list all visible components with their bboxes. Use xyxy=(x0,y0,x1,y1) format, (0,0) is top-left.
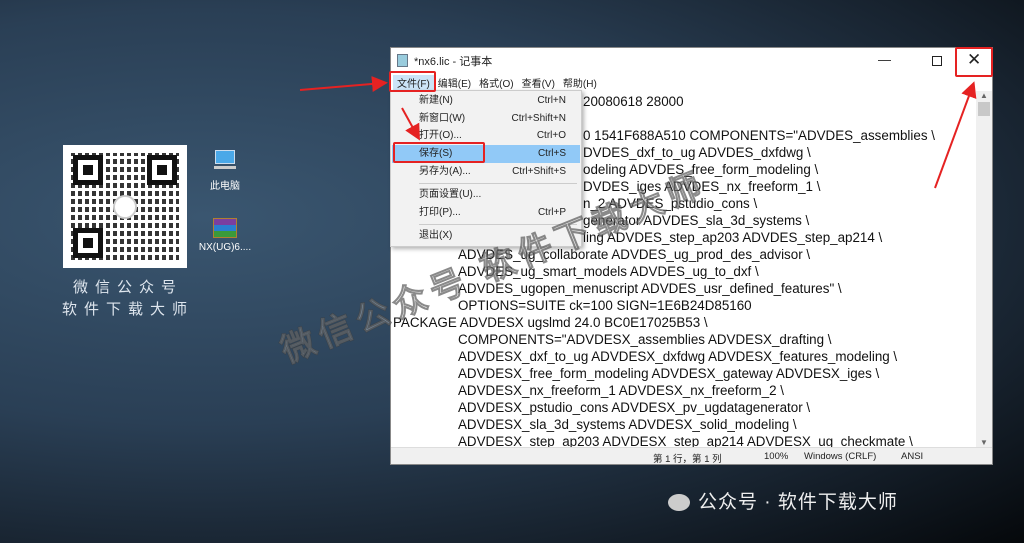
footer-watermark: 公众号 · 软件下载大师 xyxy=(668,487,898,514)
arrow-to-file-menu xyxy=(299,76,388,92)
qr-logo-icon xyxy=(113,195,137,219)
arrow-to-close xyxy=(934,81,977,189)
arrow-to-save xyxy=(401,107,420,141)
wechat-icon xyxy=(668,494,690,512)
footer-text: 公众号 · 软件下载大师 xyxy=(698,492,898,513)
